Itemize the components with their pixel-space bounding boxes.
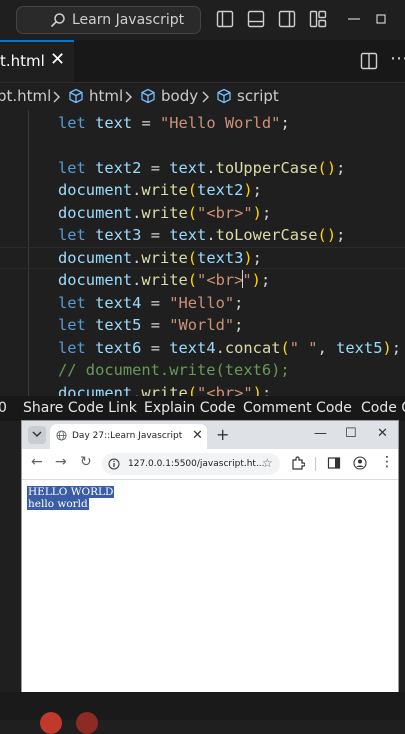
action-item[interactable]: 0 bbox=[0, 400, 7, 416]
close-icon[interactable]: ✕ bbox=[192, 428, 203, 443]
tab-filename: t.html bbox=[0, 52, 45, 70]
url-text: 127.0.0.1:5500/javascript.ht... bbox=[128, 459, 265, 469]
close-window-icon[interactable]: ✕ bbox=[377, 426, 388, 441]
code-line: document.write(text3); bbox=[58, 249, 262, 267]
browser-tab-active[interactable]: Day 27::Learn Javascript ✕ bbox=[50, 424, 207, 449]
profile-icon[interactable] bbox=[353, 456, 367, 470]
search-placeholder: Learn Javascript bbox=[72, 12, 185, 28]
chevron-right-icon bbox=[53, 91, 60, 103]
new-tab-button[interactable]: + bbox=[216, 425, 229, 444]
side-panel-icon[interactable] bbox=[327, 456, 341, 470]
element-cube-icon bbox=[217, 88, 231, 104]
chevron-right-icon bbox=[202, 91, 209, 103]
address-bar[interactable]: 127.0.0.1:5500/javascript.ht... ☆ bbox=[102, 453, 280, 475]
breadcrumb: pt.html html body script bbox=[0, 83, 405, 109]
toggle-secondary-sidebar-icon[interactable] bbox=[278, 10, 296, 28]
browser-tab-strip: Day 27::Learn Javascript ✕ + — ☐ ✕ bbox=[22, 421, 398, 449]
code-line: document.write("<br>"); bbox=[58, 270, 271, 289]
taskbar-app-icon[interactable] bbox=[40, 712, 62, 734]
breadcrumb-script[interactable]: script bbox=[237, 87, 279, 105]
element-cube-icon bbox=[69, 88, 83, 104]
browser-toolbar: ← → ↻ 127.0.0.1:5500/javascript.ht... ☆ … bbox=[22, 449, 398, 480]
share-code-link-button[interactable]: Share Code Link bbox=[23, 400, 137, 416]
toolbar-divider bbox=[315, 457, 316, 471]
browser-menu-icon[interactable]: ⋮ bbox=[380, 454, 394, 470]
editor-tab-bar: t.html ✕ bbox=[0, 40, 405, 83]
chevron-down-icon bbox=[32, 431, 42, 438]
minimize-window-icon[interactable] bbox=[345, 10, 363, 28]
maximize-window-icon[interactable]: ☐ bbox=[345, 426, 357, 441]
code-line: let text = "Hello World"; bbox=[58, 114, 290, 132]
output-lowercase: hello world bbox=[27, 498, 89, 510]
output-uppercase: HELLO WORLD bbox=[27, 486, 115, 498]
code-line: // document.write(text6); bbox=[58, 361, 290, 379]
code-line: let text6 = text4.concat(" ", text5); bbox=[58, 339, 402, 357]
browser-window: Day 27::Learn Javascript ✕ + — ☐ ✕ ← → ↻… bbox=[22, 421, 398, 692]
code-line: let text4 = "Hello"; bbox=[58, 294, 244, 312]
info-icon bbox=[108, 458, 120, 470]
code-editor[interactable]: let text = "Hello World"; let text2 = te… bbox=[0, 110, 405, 396]
code-line: document.write("<br>"); bbox=[58, 204, 272, 222]
title-bar: Learn Javascript bbox=[0, 0, 405, 40]
minimize-window-icon[interactable]: — bbox=[314, 426, 327, 441]
bookmark-star-icon[interactable]: ☆ bbox=[262, 456, 273, 470]
back-button[interactable]: ← bbox=[31, 454, 43, 470]
close-icon[interactable]: ✕ bbox=[50, 49, 65, 70]
search-icon bbox=[50, 13, 65, 28]
command-center-search[interactable]: Learn Javascript bbox=[16, 6, 201, 34]
reload-button[interactable]: ↻ bbox=[80, 454, 92, 470]
chevron-right-icon bbox=[125, 91, 132, 103]
browser-tab-title: Day 27::Learn Javascript bbox=[72, 431, 183, 441]
globe-icon bbox=[56, 430, 67, 441]
taskbar-app-icon[interactable] bbox=[76, 712, 98, 734]
explain-code-button[interactable]: Explain Code bbox=[144, 400, 236, 416]
more-actions-icon[interactable]: ⋯ bbox=[390, 48, 405, 69]
editor-tab-active[interactable]: t.html ✕ bbox=[0, 40, 74, 82]
split-editor-icon[interactable] bbox=[360, 52, 378, 70]
customize-layout-icon[interactable] bbox=[309, 10, 327, 28]
taskbar-strip bbox=[0, 692, 405, 734]
element-cube-icon bbox=[141, 88, 155, 104]
extensions-icon[interactable] bbox=[291, 456, 305, 470]
forward-button[interactable]: → bbox=[55, 454, 67, 470]
restore-window-icon[interactable] bbox=[372, 10, 390, 28]
code-line: let text3 = text.toLowerCase(); bbox=[58, 226, 346, 244]
breadcrumb-html[interactable]: html bbox=[89, 87, 123, 105]
code-line: document.write("<br>"); bbox=[58, 384, 272, 396]
code-line: document.write(text2); bbox=[58, 181, 262, 199]
code-line: let text2 = text.toUpperCase(); bbox=[58, 159, 346, 177]
toggle-primary-sidebar-icon[interactable] bbox=[216, 10, 234, 28]
toggle-panel-icon[interactable] bbox=[247, 10, 265, 28]
code-action-bar: 0 Share Code Link Explain Code Comment C… bbox=[0, 396, 405, 421]
page-content: HELLO WORLD hello world bbox=[22, 480, 398, 692]
code-action-button[interactable]: Code C bbox=[361, 400, 405, 416]
breadcrumb-file[interactable]: pt.html bbox=[0, 87, 51, 105]
code-line: let text5 = "World"; bbox=[58, 316, 244, 334]
tab-search-button[interactable] bbox=[28, 426, 46, 444]
breadcrumb-body[interactable]: body bbox=[161, 87, 198, 105]
comment-code-button[interactable]: Comment Code bbox=[243, 400, 352, 416]
